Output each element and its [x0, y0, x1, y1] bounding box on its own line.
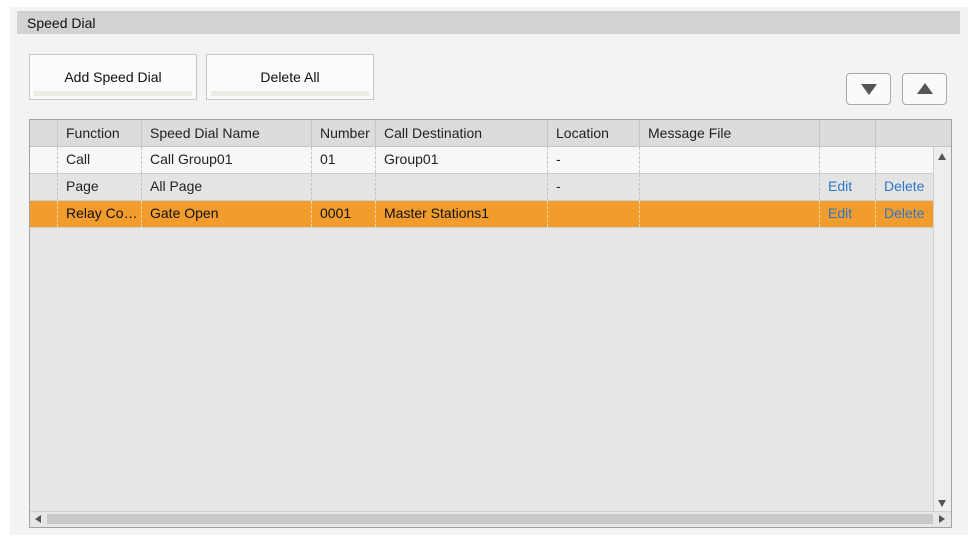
delete-link[interactable]: [876, 147, 933, 173]
cell-call-destination: [376, 174, 548, 200]
edit-link[interactable]: Edit: [820, 201, 876, 227]
cell-function: Page: [58, 174, 142, 200]
column-header-edit: [820, 120, 876, 146]
cell-message-file: [640, 201, 820, 227]
speed-dial-table: Function Speed Dial Name Number Call Des…: [29, 119, 952, 528]
column-header-call-destination[interactable]: Call Destination: [376, 120, 548, 146]
button-strip: [34, 91, 192, 96]
column-header-function[interactable]: Function: [58, 120, 142, 146]
move-down-button[interactable]: [846, 73, 891, 105]
column-header-message-file[interactable]: Message File: [640, 120, 820, 146]
cell-location: [548, 201, 640, 227]
panel-header: Speed Dial: [17, 11, 960, 34]
horizontal-scrollbar[interactable]: [30, 511, 951, 527]
cell-speed-dial-name: Gate Open: [142, 201, 312, 227]
cell-number: [312, 174, 376, 200]
add-speed-dial-button[interactable]: Add Speed Dial: [29, 54, 197, 100]
move-up-button[interactable]: [902, 73, 947, 105]
add-speed-dial-label: Add Speed Dial: [64, 69, 162, 85]
column-header-select: [30, 120, 58, 146]
delete-all-label: Delete All: [260, 69, 320, 85]
scroll-left-icon[interactable]: [35, 515, 41, 523]
table-row[interactable]: Call Call Group01 01 Group01 -: [30, 147, 951, 174]
cell-function: Relay Co…: [58, 201, 142, 227]
cell-call-destination: Master Stations1: [376, 201, 548, 227]
cell-speed-dial-name: All Page: [142, 174, 312, 200]
row-select-cell[interactable]: [30, 147, 58, 173]
scrollbar-thumb[interactable]: [47, 514, 933, 524]
cell-number: 0001: [312, 201, 376, 227]
row-select-cell[interactable]: [30, 174, 58, 200]
edit-link[interactable]: [820, 147, 876, 173]
column-header-location[interactable]: Location: [548, 120, 640, 146]
delete-link[interactable]: Delete: [876, 201, 933, 227]
cell-call-destination: Group01: [376, 147, 548, 173]
scroll-up-icon[interactable]: [938, 153, 946, 160]
triangle-down-icon: [861, 84, 877, 95]
vertical-scrollbar[interactable]: [933, 147, 951, 513]
cell-function: Call: [58, 147, 142, 173]
table-row[interactable]: Page All Page - Edit Delete: [30, 174, 951, 201]
edit-link[interactable]: Edit: [820, 174, 876, 200]
scroll-right-icon[interactable]: [939, 515, 945, 523]
table-header: Function Speed Dial Name Number Call Des…: [30, 120, 951, 147]
row-select-cell[interactable]: [30, 201, 58, 227]
triangle-up-icon: [917, 83, 933, 94]
cell-number: 01: [312, 147, 376, 173]
cell-speed-dial-name: Call Group01: [142, 147, 312, 173]
delete-all-button[interactable]: Delete All: [206, 54, 374, 100]
scroll-down-icon[interactable]: [938, 500, 946, 507]
cell-message-file: [640, 174, 820, 200]
cell-message-file: [640, 147, 820, 173]
cell-location: -: [548, 147, 640, 173]
table-row-selected[interactable]: Relay Co… Gate Open 0001 Master Stations…: [30, 201, 951, 228]
column-header-speed-dial-name[interactable]: Speed Dial Name: [142, 120, 312, 146]
panel-title: Speed Dial: [27, 15, 96, 31]
button-strip: [211, 91, 369, 96]
column-header-delete: [876, 120, 951, 146]
cell-location: -: [548, 174, 640, 200]
column-header-number[interactable]: Number: [312, 120, 376, 146]
delete-link[interactable]: Delete: [876, 174, 933, 200]
